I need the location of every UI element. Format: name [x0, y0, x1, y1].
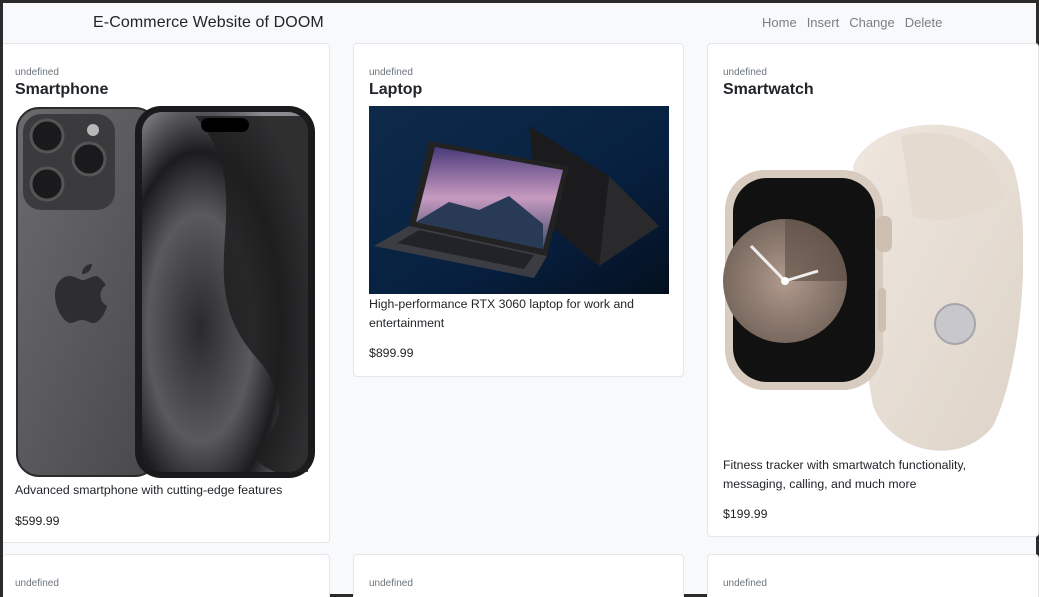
smartphone-image — [15, 106, 315, 478]
product-category: undefined — [369, 578, 413, 589]
product-category: undefined — [723, 67, 767, 78]
laptop-image — [369, 106, 669, 294]
product-price: $899.99 — [369, 346, 414, 360]
product-category: undefined — [15, 578, 59, 589]
nav-link-home[interactable]: Home — [762, 15, 797, 30]
product-category: undefined — [723, 578, 767, 589]
product-name: Laptop — [369, 81, 423, 98]
product-card-smartphone: undefined Smartphone Advanced smartphone… — [3, 43, 330, 543]
navbar: E-Commerce Website of DOOM Home Insert C… — [3, 3, 1036, 45]
product-name: Smartphone — [15, 81, 109, 98]
product-price: $599.99 — [15, 514, 60, 528]
product-name: Smartwatch — [723, 81, 814, 98]
product-card: undefined — [3, 554, 330, 597]
nav-link-change[interactable]: Change — [849, 15, 895, 30]
product-card: undefined — [353, 554, 684, 597]
brand-title[interactable]: E-Commerce Website of DOOM — [93, 14, 324, 32]
product-description: High-performance RTX 3060 laptop for wor… — [369, 297, 634, 330]
product-card: undefined — [707, 554, 1039, 597]
nav-links: Home Insert Change Delete — [762, 15, 942, 30]
product-category: undefined — [15, 67, 59, 78]
product-description: Advanced smartphone with cutting-edge fe… — [15, 483, 283, 497]
product-category: undefined — [369, 67, 413, 78]
product-card-laptop: undefined Laptop High-performance RTX 30… — [353, 43, 684, 377]
product-card-smartwatch: undefined Smartwatch Fitness tracker wit… — [707, 43, 1039, 537]
product-description: Fitness tracker with smartwatch function… — [723, 458, 967, 491]
smartwatch-image — [723, 106, 1023, 458]
nav-link-delete[interactable]: Delete — [905, 15, 943, 30]
nav-link-insert[interactable]: Insert — [807, 15, 840, 30]
product-price: $199.99 — [723, 507, 768, 521]
